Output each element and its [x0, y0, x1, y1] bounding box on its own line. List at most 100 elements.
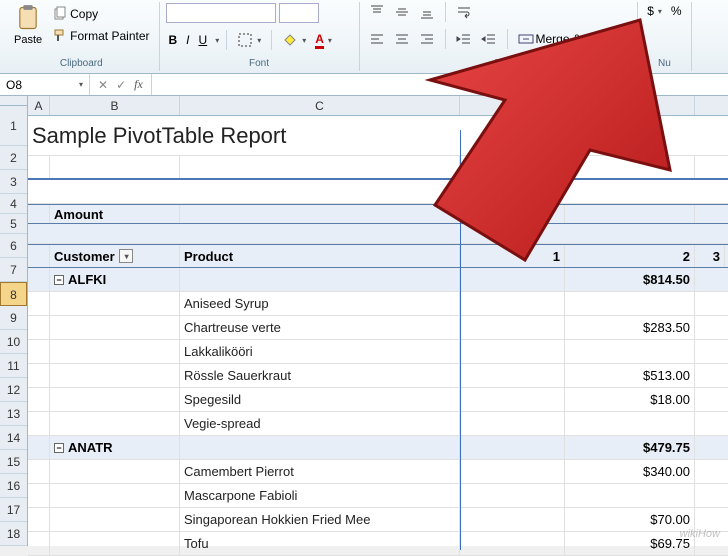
percent-button[interactable]: %: [668, 2, 685, 20]
cell[interactable]: [460, 508, 565, 531]
product-name[interactable]: Aniseed Syrup: [180, 292, 460, 315]
pivot-product-label[interactable]: Product: [180, 245, 460, 267]
italic-button[interactable]: I: [183, 31, 192, 49]
cell[interactable]: [28, 388, 50, 411]
fill-color-button[interactable]: ▾: [279, 30, 309, 50]
font-size-select[interactable]: [279, 3, 319, 23]
product-name[interactable]: Lakkalikööri: [180, 340, 460, 363]
cell[interactable]: [28, 436, 50, 459]
underline-button[interactable]: U: [196, 31, 211, 49]
row-header[interactable]: 8: [0, 282, 27, 306]
cell[interactable]: [50, 340, 180, 363]
merge-center-button[interactable]: Merge & Center ▾: [515, 29, 632, 49]
cell[interactable]: [460, 460, 565, 483]
cell[interactable]: [460, 484, 565, 507]
row-header[interactable]: 12: [0, 378, 27, 402]
align-top-button[interactable]: [366, 2, 388, 22]
cell[interactable]: [460, 412, 565, 435]
cell[interactable]: [28, 268, 50, 291]
cell[interactable]: [180, 156, 460, 178]
product-amount[interactable]: [565, 484, 695, 507]
select-all-corner[interactable]: [0, 96, 28, 106]
product-amount[interactable]: $513.00: [565, 364, 695, 387]
cell[interactable]: [50, 460, 180, 483]
cell[interactable]: [28, 484, 50, 507]
cell[interactable]: [460, 436, 565, 459]
col-header-c[interactable]: C: [180, 96, 460, 115]
cell[interactable]: [180, 205, 460, 223]
cell[interactable]: [50, 532, 180, 555]
cell[interactable]: 3: [695, 245, 725, 267]
cell[interactable]: [28, 460, 50, 483]
product-amount[interactable]: $69.75: [565, 532, 695, 555]
cell[interactable]: [28, 340, 50, 363]
cell[interactable]: [460, 292, 565, 315]
cell[interactable]: [565, 156, 695, 178]
collapse-icon[interactable]: −: [54, 443, 64, 453]
product-amount[interactable]: [565, 340, 695, 363]
formula-input[interactable]: [151, 74, 728, 95]
col-header-a[interactable]: A: [28, 96, 50, 115]
row-header[interactable]: 10: [0, 330, 27, 354]
increase-indent-button[interactable]: [478, 29, 500, 49]
row-header[interactable]: 9: [0, 306, 27, 330]
cell[interactable]: −ALFKI: [50, 268, 180, 291]
cell[interactable]: 2: [565, 245, 695, 267]
align-center-button[interactable]: [391, 29, 413, 49]
cell[interactable]: [460, 388, 565, 411]
customer-total[interactable]: $479.75: [565, 436, 695, 459]
row-header[interactable]: 16: [0, 474, 27, 498]
product-name[interactable]: Singaporean Hokkien Fried Mee: [180, 508, 460, 531]
format-painter-button[interactable]: Format Painter: [49, 26, 152, 46]
cell[interactable]: [50, 412, 180, 435]
cell[interactable]: [460, 268, 565, 291]
col-header-b[interactable]: B: [50, 96, 180, 115]
cell[interactable]: [460, 316, 565, 339]
product-name[interactable]: Chartreuse verte: [180, 316, 460, 339]
product-amount[interactable]: [565, 412, 695, 435]
cell[interactable]: [460, 205, 565, 223]
pivot-amount-label[interactable]: Amount: [50, 205, 180, 223]
collapse-icon[interactable]: −: [54, 275, 64, 285]
product-name[interactable]: Vegie-spread: [180, 412, 460, 435]
wrap-text-button[interactable]: [453, 2, 475, 22]
cell[interactable]: [565, 205, 695, 223]
product-name[interactable]: Camembert Pierrot: [180, 460, 460, 483]
cell[interactable]: [460, 340, 565, 363]
fx-icon[interactable]: fx: [134, 77, 143, 92]
col-header-e[interactable]: [460, 96, 565, 115]
product-amount[interactable]: $18.00: [565, 388, 695, 411]
cell[interactable]: 1: [460, 245, 565, 267]
cell[interactable]: −ANATR: [50, 436, 180, 459]
cell[interactable]: [50, 484, 180, 507]
product-amount[interactable]: $70.00: [565, 508, 695, 531]
font-family-select[interactable]: [166, 3, 276, 23]
cell[interactable]: [28, 364, 50, 387]
cell[interactable]: [50, 364, 180, 387]
row-header[interactable]: 11: [0, 354, 27, 378]
product-name[interactable]: Mascarpone Fabioli: [180, 484, 460, 507]
align-left-button[interactable]: [366, 29, 388, 49]
cell[interactable]: [460, 532, 565, 555]
cell[interactable]: [28, 316, 50, 339]
cell[interactable]: [28, 532, 50, 555]
col-header-f[interactable]: F: [565, 96, 695, 115]
cell[interactable]: [460, 156, 565, 178]
filter-button[interactable]: ▾: [119, 249, 133, 263]
cell[interactable]: [50, 508, 180, 531]
enter-icon[interactable]: ✓: [116, 78, 126, 92]
cell[interactable]: [50, 316, 180, 339]
row-header[interactable]: 1: [0, 106, 27, 146]
cell[interactable]: [28, 508, 50, 531]
cancel-icon[interactable]: ✕: [98, 78, 108, 92]
product-name[interactable]: Rössle Sauerkraut: [180, 364, 460, 387]
cell[interactable]: [50, 388, 180, 411]
row-header[interactable]: 4: [0, 194, 27, 214]
cell[interactable]: [50, 156, 180, 178]
paste-button[interactable]: Paste: [10, 2, 46, 48]
row-header[interactable]: 17: [0, 498, 27, 522]
row-header[interactable]: 2: [0, 146, 27, 170]
cell[interactable]: Customer▾: [50, 245, 180, 267]
cell[interactable]: [460, 364, 565, 387]
cell[interactable]: [28, 205, 50, 223]
